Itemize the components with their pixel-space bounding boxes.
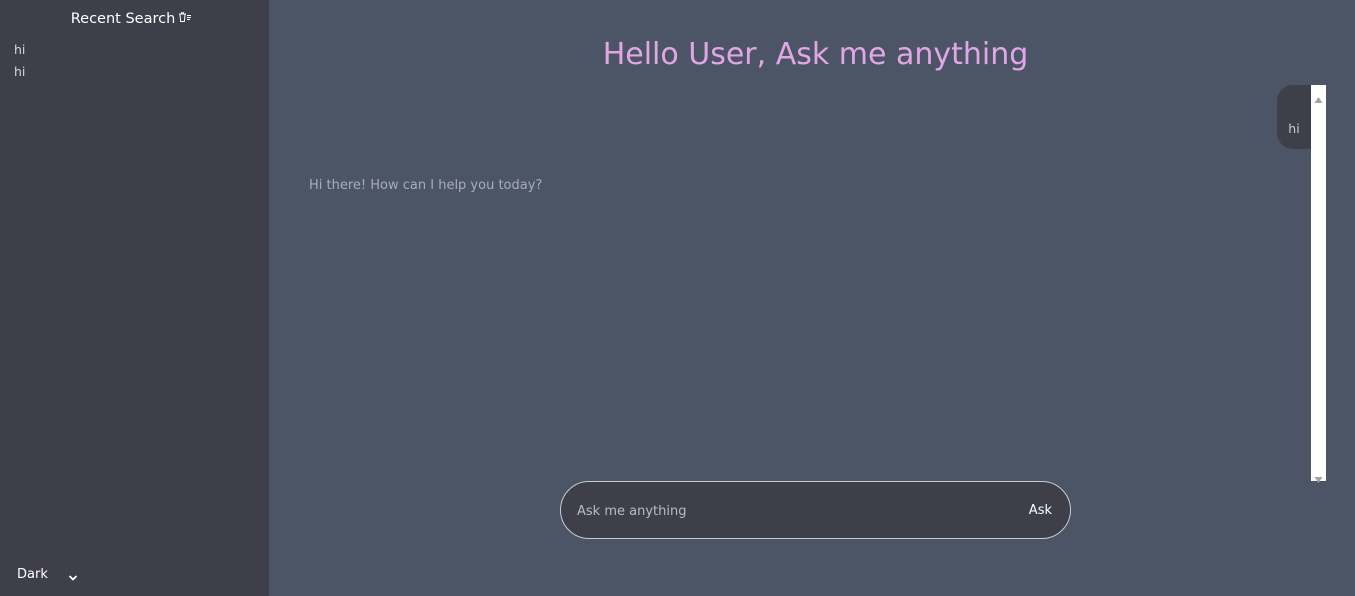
ask-input-bar: Ask: [560, 481, 1071, 539]
ask-input[interactable]: [575, 499, 1009, 523]
history-item[interactable]: hi: [14, 61, 25, 83]
sidebar: Recent Search hi hi Dark: [0, 0, 269, 596]
bot-message: Hi there! How can I help you today?: [309, 178, 543, 193]
history-item[interactable]: hi: [14, 39, 25, 61]
theme-select-wrapper: Dark: [13, 563, 83, 586]
ask-button[interactable]: Ask: [1027, 499, 1054, 521]
theme-select[interactable]: Dark: [13, 563, 83, 586]
user-message-text: hi: [1288, 120, 1300, 136]
page-title: Hello User, Ask me anything: [602, 37, 1029, 72]
sidebar-title: Recent Search: [70, 11, 176, 27]
history-list: hi hi: [14, 39, 25, 83]
chat-scrollbar[interactable]: [1311, 85, 1326, 483]
user-message-bubble: hi: [1277, 85, 1311, 149]
scroll-up-arrow-icon[interactable]: [1314, 89, 1323, 103]
scroll-down-arrow-icon[interactable]: [1314, 469, 1323, 483]
chat-area: hi Hi there! How can I help you today?: [284, 85, 1311, 481]
sidebar-header: Recent Search: [0, 8, 264, 30]
app-root: Recent Search hi hi Dark Hello User, Ask…: [0, 0, 1355, 596]
trash-icon[interactable]: [177, 10, 193, 24]
